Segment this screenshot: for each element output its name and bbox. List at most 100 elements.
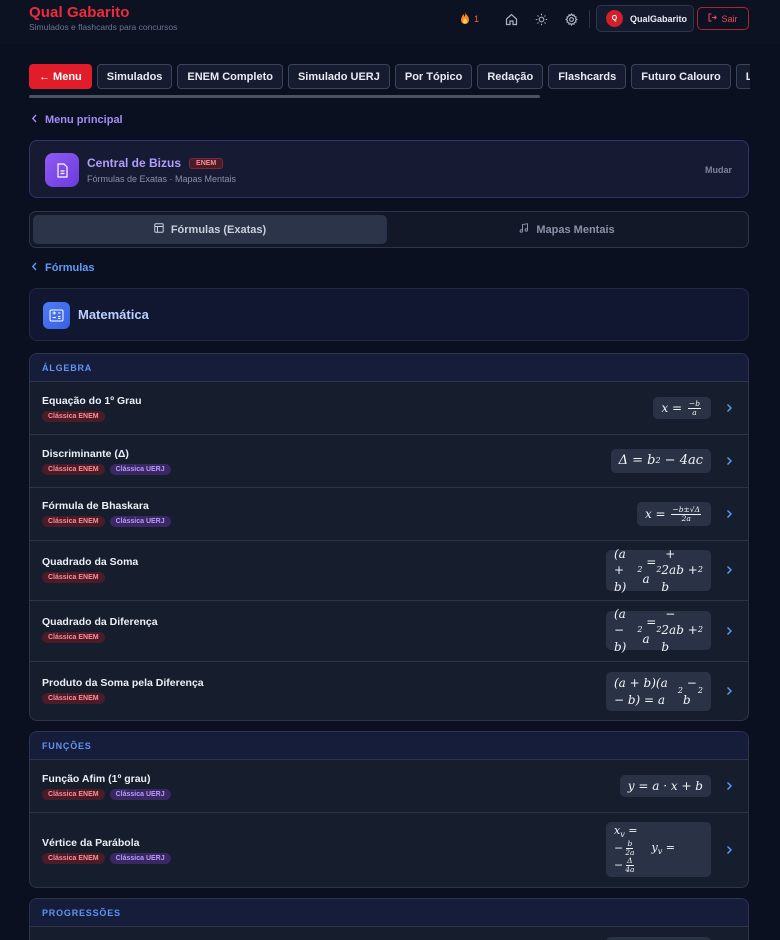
brand-subtitle: Simulados e flashcards para concursos <box>29 22 178 32</box>
header-actions: 1 <box>460 9 595 29</box>
formula-display: x = −b a <box>653 397 711 419</box>
badge-classica-enem: Clássica ENEM <box>42 516 105 527</box>
formula-row[interactable]: Fórmula de Bhaskara Clássica ENEM Clássi… <box>30 488 748 541</box>
chevron-right-icon <box>727 846 732 854</box>
tab-lideres[interactable]: Líderes <box>735 64 750 89</box>
change-button[interactable]: Mudar <box>705 165 732 175</box>
badge-classica-uerj: Clássica UERJ <box>109 464 171 475</box>
formula-display: (a + b) 2 = a2 + 2ab + b2 <box>606 547 711 594</box>
bizus-subtitle: Fórmulas de Exatas · Mapas Mentais <box>87 174 237 184</box>
enem-badge: ENEM <box>189 157 224 169</box>
formula-name: Quadrado da Diferença <box>42 616 158 628</box>
formula-row[interactable]: Vértice da Parábola Clássica ENEM Clássi… <box>30 813 748 887</box>
brand-title: Qual Gabarito <box>29 4 130 21</box>
segment-mapas-mentais[interactable]: Mapas Mentais <box>390 215 744 244</box>
tab-redacao[interactable]: Redação <box>477 64 544 89</box>
formula-display: (a + b)(a − b) = a2 − b2 <box>606 672 711 711</box>
calculator-icon <box>43 302 70 329</box>
badge-group: Clássica ENEM Clássica UERJ <box>42 464 171 475</box>
section-title: ÁLGEBRA <box>30 354 748 382</box>
badge-group: Clássica ENEM Clássica UERJ <box>42 789 171 800</box>
formula-row[interactable]: Produto da Soma pela Diferença Clássica … <box>30 662 748 720</box>
formula-display: xv = − b 2a − Δ 4a yv = <box>606 822 711 877</box>
section-algebra: ÁLGEBRA Equação do 1º Grau Clássica ENEM… <box>29 353 749 721</box>
formula-display: x = −b±√Δ 2a <box>636 502 711 526</box>
badge-classica-enem: Clássica ENEM <box>42 632 105 643</box>
tab-por-topico[interactable]: Por Tópico <box>394 64 473 89</box>
formula-name: Função Afim (1º grau) <box>42 773 151 785</box>
badge-classica-enem: Clássica ENEM <box>42 789 105 800</box>
formula-row[interactable]: Equação do 1º Grau Clássica ENEM x = −b a <box>30 382 748 435</box>
formula-row[interactable] <box>30 927 748 940</box>
central-bizus-card: Central de Bizus ENEM Fórmulas de Exatas… <box>29 140 749 198</box>
streak-counter[interactable]: 1 <box>460 11 496 27</box>
home-icon[interactable] <box>496 9 526 29</box>
chevron-right-icon <box>727 510 732 518</box>
tab-menu[interactable]: ← Menu <box>29 64 92 89</box>
tab-futuro-calouro[interactable]: Futuro Calouro <box>631 64 731 89</box>
chevron-right-icon <box>727 687 732 695</box>
gear-icon[interactable] <box>556 9 586 29</box>
formulas-back-label: Fórmulas <box>45 262 95 274</box>
subject-card: Matemática <box>29 288 749 341</box>
formula-name: Equação do 1º Grau <box>42 395 142 407</box>
section-title: FUNÇÕES <box>30 732 748 760</box>
back-to-main-menu[interactable]: Menu principal <box>31 114 123 126</box>
formula-display: (a − b) 2 = a2 − 2ab + b2 <box>606 607 711 654</box>
user-menu-button[interactable]: Q QualGabarito <box>596 5 694 32</box>
flame-icon <box>460 11 470 27</box>
badge-classica-enem: Clássica ENEM <box>42 693 105 704</box>
formula-display: Δ = b2 − 4ac <box>610 449 711 473</box>
document-icon <box>45 153 79 187</box>
content-type-switch: Fórmulas (Exatas) Mapas Mentais <box>29 211 749 248</box>
segment-formulas-label: Fórmulas (Exatas) <box>170 223 267 236</box>
badge-group: Clássica ENEM <box>42 572 105 583</box>
streak-count: 1 <box>474 14 480 24</box>
segment-formulas[interactable]: Fórmulas (Exatas) <box>33 215 387 244</box>
tab-enem-completo[interactable]: ENEM Completo <box>177 64 283 89</box>
chevron-right-icon <box>727 566 732 574</box>
badge-classica-uerj: Clássica UERJ <box>109 516 171 527</box>
formula-row[interactable]: Quadrado da Diferença Clássica ENEM (a −… <box>30 601 748 662</box>
tabs-scrollbar[interactable] <box>29 95 540 98</box>
formula-name: Discriminante (Δ) <box>42 448 129 460</box>
logout-icon <box>708 13 718 24</box>
badge-classica-enem: Clássica ENEM <box>42 572 105 583</box>
app-header: Qual Gabarito Simulados e flashcards par… <box>0 0 780 44</box>
formula-row[interactable]: Discriminante (Δ) Clássica ENEM Clássica… <box>30 435 748 488</box>
subject-title: Matemática <box>78 307 149 322</box>
formula-row[interactable]: Quadrado da Soma Clássica ENEM (a + b) 2 … <box>30 541 748 601</box>
bizus-title: Central de Bizus <box>87 156 182 170</box>
avatar: Q <box>606 10 623 27</box>
tab-simulado-uerj[interactable]: Simulado UERJ <box>287 64 390 89</box>
formula-display: y = a · x + b <box>619 775 711 797</box>
badge-classica-uerj: Clássica UERJ <box>109 853 171 864</box>
main-nav-tabs: ← Menu Simulados ENEM Completo Simulado … <box>29 64 750 90</box>
music-note-icon <box>519 223 529 236</box>
badge-classica-enem: Clássica ENEM <box>42 411 105 422</box>
tab-flashcards[interactable]: Flashcards <box>548 64 627 89</box>
back-to-formulas[interactable]: Fórmulas <box>31 262 95 274</box>
badge-group: Clássica ENEM <box>42 693 105 704</box>
logout-button[interactable]: Sair <box>697 7 749 30</box>
section-funcoes: FUNÇÕES Função Afim (1º grau) Clássica E… <box>29 731 749 888</box>
badge-group: Clássica ENEM <box>42 632 105 643</box>
chevron-left-icon <box>31 114 38 126</box>
brand[interactable]: Qual Gabarito Simulados e flashcards par… <box>29 4 177 32</box>
formula-name: Quadrado da Soma <box>42 556 139 568</box>
section-title: PROGRESSÕES <box>30 899 748 927</box>
chevron-right-icon <box>727 457 732 465</box>
chevron-right-icon <box>727 627 732 635</box>
badge-classica-enem: Clássica ENEM <box>42 464 105 475</box>
formula-name: Produto da Soma pela Diferença <box>42 677 204 689</box>
badge-classica-enem: Clássica ENEM <box>42 853 105 864</box>
formula-row[interactable]: Função Afim (1º grau) Clássica ENEM Clás… <box>30 760 748 813</box>
badge-group: Clássica ENEM <box>42 411 105 422</box>
segment-mapas-label: Mapas Mentais <box>536 223 615 236</box>
sun-icon[interactable] <box>526 9 556 29</box>
header-divider <box>589 10 590 28</box>
table-icon <box>154 223 164 236</box>
badge-group: Clássica ENEM Clássica UERJ <box>42 853 171 864</box>
tab-simulados[interactable]: Simulados <box>96 64 173 89</box>
formula-name: Vértice da Parábola <box>42 837 140 849</box>
